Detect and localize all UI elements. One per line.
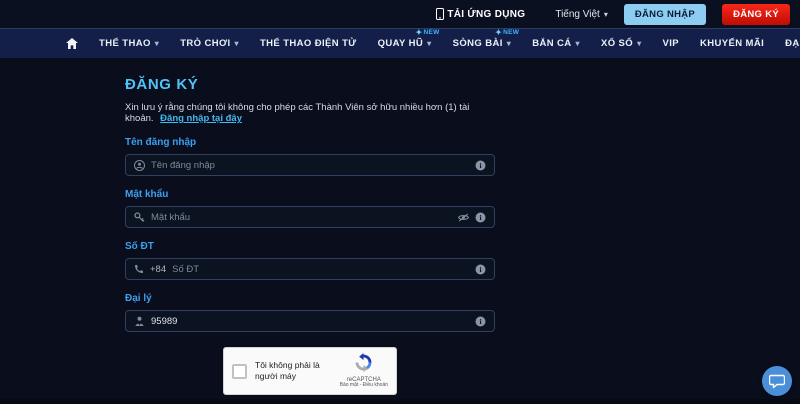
info-icon[interactable]: i (475, 160, 486, 171)
chevron-down-icon: ▾ (427, 39, 431, 48)
chevron-down-icon: ▾ (235, 39, 239, 48)
main-nav: THỂ THAO ▾ TRÒ CHƠI ▾ THỂ THAO ĐIỆN TỬ ✦… (0, 28, 800, 58)
recaptcha-widget: Tôi không phải là người máy reCAPTCHA Bả… (223, 347, 397, 395)
top-bar: TẢI ỨNG DỤNG Tiếng Việt ▾ ĐĂNG NHẬP ĐĂNG… (0, 0, 800, 28)
chat-bubble-icon (769, 374, 785, 389)
footer-strip (0, 399, 800, 404)
phone-field-group: Số ĐT +84 i (125, 241, 495, 280)
nav-item-ban-ca[interactable]: BẮN CÁ ▾ (532, 38, 580, 49)
svg-text:i: i (479, 161, 481, 170)
agent-input-box: i (125, 310, 495, 332)
password-input-box: i (125, 206, 495, 228)
svg-text:i: i (479, 213, 481, 222)
nav-item-tro-choi[interactable]: TRÒ CHƠI ▾ (180, 38, 239, 49)
mobile-phone-icon (436, 8, 444, 20)
phone-country-prefix[interactable]: +84 (150, 264, 166, 275)
username-input[interactable] (151, 160, 469, 171)
language-label: Tiếng Việt (555, 9, 599, 20)
recaptcha-logo: reCAPTCHA Bảo mật - Điều khoản (340, 353, 388, 389)
chevron-down-icon: ▾ (604, 10, 608, 19)
page-title: ĐĂNG KÝ (125, 76, 495, 93)
eye-slash-icon[interactable] (457, 212, 470, 223)
user-icon (134, 160, 145, 171)
recaptcha-checkbox[interactable] (232, 364, 247, 379)
recaptcha-links[interactable]: Bảo mật - Điều khoản (340, 383, 388, 389)
nav-item-xo-so[interactable]: XỔ SỐ ▾ (601, 38, 642, 49)
phone-icon (134, 264, 144, 274)
chevron-down-icon: ▾ (507, 39, 511, 48)
key-icon (134, 212, 145, 223)
download-app-button[interactable]: TẢI ỨNG DỤNG (436, 8, 525, 20)
sparkle-icon: ✦ (495, 28, 502, 37)
password-label: Mật khẩu (125, 189, 495, 200)
info-icon[interactable]: i (475, 264, 486, 275)
new-badge: ✦ NEW (416, 28, 440, 37)
info-icon[interactable]: i (475, 316, 486, 327)
nav-item-the-thao-dien-tu[interactable]: THỂ THAO ĐIỆN TỬ (260, 38, 357, 49)
nav-item-dai-ly[interactable]: ĐẠI LÝ (785, 38, 800, 49)
login-button[interactable]: ĐĂNG NHẬP (624, 4, 706, 25)
register-form: ĐĂNG KÝ Xin lưu ý rằng chúng tôi không c… (125, 76, 495, 404)
nav-item-vip[interactable]: VIP (662, 38, 679, 49)
agent-label: Đại lý (125, 293, 495, 304)
agent-input[interactable] (151, 316, 469, 327)
register-button-top[interactable]: ĐĂNG KÝ (722, 4, 790, 25)
nav-item-song-bai[interactable]: ✦ NEW SÒNG BÀI ▾ (453, 38, 512, 49)
account-limit-note: Xin lưu ý rằng chúng tôi không cho phép … (125, 102, 495, 124)
nav-item-khuyen-mai[interactable]: KHUYẾN MÃI (700, 38, 764, 49)
phone-input-box: +84 i (125, 258, 495, 280)
language-selector[interactable]: Tiếng Việt ▾ (555, 9, 608, 20)
chevron-down-icon: ▾ (155, 39, 159, 48)
recaptcha-label: Tôi không phải là người máy (255, 360, 337, 382)
svg-text:i: i (479, 317, 481, 326)
sparkle-icon: ✦ (416, 28, 423, 37)
nav-item-quay-hu[interactable]: ✦ NEW QUAY HŨ ▾ (378, 38, 432, 49)
main-content: ĐĂNG KÝ Xin lưu ý rằng chúng tôi không c… (0, 58, 800, 404)
download-app-label: TẢI ỨNG DỤNG (447, 9, 525, 20)
chevron-down-icon: ▾ (637, 39, 641, 48)
password-input[interactable] (151, 212, 451, 223)
password-field-group: Mật khẩu i (125, 189, 495, 228)
nav-item-the-thao[interactable]: THỂ THAO ▾ (99, 38, 159, 49)
svg-text:i: i (479, 265, 481, 274)
new-badge: ✦ NEW (495, 28, 519, 37)
live-chat-button[interactable] (762, 366, 792, 396)
recaptcha-icon (354, 353, 373, 372)
info-icon[interactable]: i (475, 212, 486, 223)
chevron-down-icon: ▾ (576, 39, 580, 48)
agent-icon (134, 316, 145, 327)
phone-label: Số ĐT (125, 241, 495, 252)
username-input-box: i (125, 154, 495, 176)
agent-field-group: Đại lý i (125, 293, 495, 332)
username-label: Tên đăng nhập (125, 137, 495, 148)
username-field-group: Tên đăng nhập i (125, 137, 495, 176)
login-here-link[interactable]: Đăng nhập tại đây (160, 113, 242, 124)
phone-input[interactable] (172, 264, 469, 275)
home-icon[interactable] (66, 38, 78, 49)
